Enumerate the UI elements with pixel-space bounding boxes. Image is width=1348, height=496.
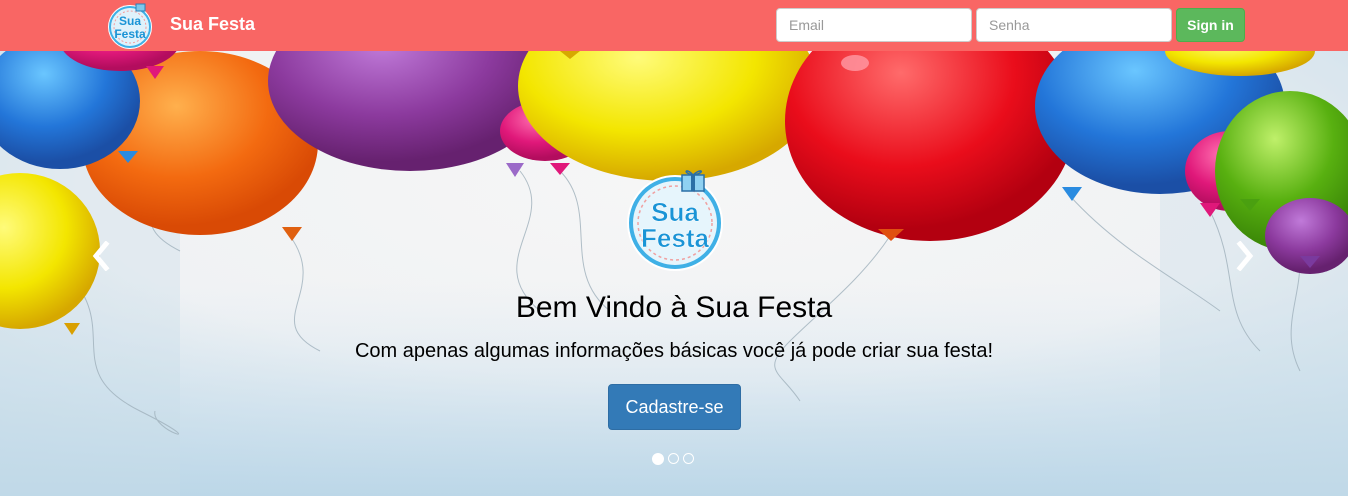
svg-text:Sua: Sua (119, 14, 141, 28)
hero-subtitle: Com apenas algumas informações básicas v… (354, 340, 994, 362)
carousel-indicators (652, 453, 702, 465)
carousel-indicator-1[interactable] (652, 453, 664, 465)
hero-carousel: Sua Festa Bem Vindo à Sua Festa Com apen… (0, 51, 1348, 496)
svg-text:Festa: Festa (114, 27, 146, 41)
senha-input[interactable] (976, 8, 1172, 42)
brand-name[interactable]: Sua Festa (170, 14, 255, 35)
svg-text:Festa: Festa (641, 223, 709, 253)
brand-logo[interactable]: Sua Festa (106, 2, 154, 50)
hero-title: Bem Vindo à Sua Festa (515, 291, 833, 324)
signin-button[interactable]: Sign in (1176, 8, 1245, 42)
email-input[interactable] (776, 8, 972, 42)
navbar: Sua Festa Sua Festa Sign in (0, 0, 1348, 51)
carousel-caption: Sua Festa Bem Vindo à Sua Festa Com apen… (0, 51, 1348, 496)
carousel-indicator-2[interactable] (668, 453, 679, 464)
carousel-indicator-3[interactable] (683, 453, 694, 464)
sua-festa-logo: Sua Festa (627, 170, 723, 271)
cadastre-se-button[interactable]: Cadastre-se (608, 384, 741, 430)
